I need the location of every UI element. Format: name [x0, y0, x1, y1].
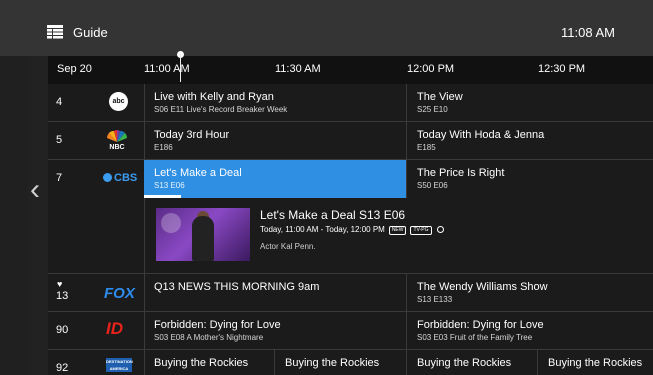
program-title: The Wendy Williams Show [417, 281, 548, 293]
program-cell[interactable]: Live with Kelly and Ryan S06 E11 Live's … [144, 84, 407, 121]
program-detail-panel[interactable]: Let's Make a Deal S13 E06 Today, 11:00 A… [144, 198, 653, 273]
host-figure [192, 216, 214, 261]
rating-badge: TV-PG [410, 226, 432, 235]
left-panel-edge [0, 56, 28, 375]
channel-number: 90 [56, 324, 69, 336]
program-cell[interactable]: Buying the Rockies [144, 350, 275, 375]
program-subtitle: S13 E133 [417, 295, 453, 304]
program-title: Buying the Rockies [285, 357, 380, 369]
time-slot-label: 11:30 AM [275, 63, 321, 75]
program-title: The Price Is Right [417, 167, 505, 179]
program-subtitle: E185 [417, 143, 436, 152]
channel-row: 4 abc Live with Kelly and Ryan S06 E11 L… [48, 84, 653, 122]
time-slot-label: 12:00 PM [407, 63, 455, 75]
guide-grid-icon [47, 25, 63, 39]
channel-row: ♥ 13 FOX Q13 NEWS THIS MORNING 9am The W… [48, 274, 653, 312]
chevron-left-icon[interactable]: ‹ [30, 175, 40, 205]
program-title: Forbidden: Dying for Love [154, 319, 281, 331]
channel-row-selected: 7 CBS Let's Make a Deal S13 E06 The Pric… [48, 160, 653, 328]
channel-number: 7 [56, 172, 63, 184]
top-bar: Guide 11:08 AM [0, 0, 653, 56]
cbs-logo-text: CBS [114, 172, 138, 184]
page-title: Guide [73, 25, 108, 40]
clock: 11:08 AM [561, 25, 615, 40]
timeline-bar: Sep 20 11:00 AM 11:30 AM 12:00 PM 12:30 … [48, 51, 653, 84]
program-title: The View [417, 91, 463, 103]
channel-row: 5 NBC Today 3rd Hour E186 Today With Hod… [48, 122, 653, 160]
abc-logo: abc [109, 92, 128, 111]
id-logo: ID [106, 319, 123, 338]
program-cell[interactable]: The View S25 E10 [407, 84, 653, 121]
program-subtitle: S25 E10 [417, 105, 448, 114]
program-cell[interactable]: Buying the Rockies [407, 350, 538, 375]
program-cell[interactable]: Forbidden: Dying for Love S03 E03 Fruit … [407, 312, 653, 349]
detail-title: Let's Make a Deal S13 E06 [260, 208, 406, 222]
program-subtitle: S13 E06 [154, 181, 185, 190]
program-title: Let's Make a Deal [154, 167, 242, 179]
program-title: Live with Kelly and Ryan [154, 91, 274, 103]
stage-light [161, 213, 181, 233]
channel-number: 13 [56, 290, 69, 302]
cbs-eye-icon [103, 173, 112, 182]
guide-screen: Guide 11:08 AM ‹ Sep 20 11:00 AM 11:30 A… [0, 0, 653, 375]
program-title: Q13 NEWS THIS MORNING 9am [154, 281, 320, 293]
nbc-logo-text: NBC [109, 144, 125, 151]
fox-logo: FOX [104, 285, 135, 302]
peacock-icon [107, 130, 127, 142]
program-detail-row: Let's Make a Deal S13 E06 Today, 11:00 A… [48, 198, 653, 274]
program-thumbnail [156, 208, 250, 261]
favorite-heart-icon: ♥ [57, 279, 63, 289]
program-cell[interactable]: Buying the Rockies [275, 350, 407, 375]
channel-cell[interactable]: 90 ID [48, 312, 145, 349]
cbs-logo: CBS [103, 172, 137, 184]
program-title: Today 3rd Hour [154, 129, 230, 141]
now-marker-line [180, 53, 181, 82]
detail-airtime: Today, 11:00 AM - Today, 12:00 PM NEW TV-P… [260, 225, 444, 235]
detail-cast: Actor Kal Penn. [260, 242, 316, 251]
program-cell[interactable]: Buying the Rockies [538, 350, 653, 375]
time-slot-label: 11:00 AM [144, 63, 190, 75]
program-cell[interactable]: Today 3rd Hour E186 [144, 122, 407, 159]
channel-cell[interactable]: ♥ 13 FOX [48, 274, 145, 311]
nbc-logo: NBC [106, 130, 128, 154]
program-subtitle: S03 E08 A Mother's Nightmare [154, 333, 264, 342]
channel-number: 5 [56, 134, 63, 146]
program-subtitle: S03 E03 Fruit of the Family Tree [417, 333, 533, 342]
program-title: Forbidden: Dying for Love [417, 319, 544, 331]
program-cell[interactable]: Today With Hoda & Jenna E185 [407, 122, 653, 159]
captions-icon [436, 226, 444, 233]
program-subtitle: S50 E06 [417, 181, 448, 190]
channel-cell[interactable]: 4 abc [48, 84, 145, 121]
destination-america-logo: DESTINATION AMERICA [106, 358, 133, 372]
channel-row: 90 ID Forbidden: Dying for Love S03 E08 … [48, 312, 653, 350]
channel-cell[interactable]: 5 NBC [48, 122, 145, 159]
program-title: Buying the Rockies [548, 357, 643, 369]
channel-number: 4 [56, 96, 63, 108]
detail-airtime-text: Today, 11:00 AM - Today, 12:00 PM [260, 225, 385, 234]
program-subtitle: S06 E11 Live's Record Breaker Week [154, 105, 288, 114]
program-grid: Sep 20 11:00 AM 11:30 AM 12:00 PM 12:30 … [48, 51, 653, 375]
program-cell[interactable]: The Price Is Right S50 E06 [407, 160, 653, 198]
channel-number: 92 [56, 362, 69, 374]
program-cell-focused[interactable]: Let's Make a Deal S13 E06 [144, 160, 407, 198]
program-cell[interactable]: Forbidden: Dying for Love S03 E08 A Moth… [144, 312, 407, 349]
channel-cell-spacer [48, 198, 145, 273]
timeline-date: Sep 20 [57, 63, 92, 75]
program-title: Buying the Rockies [417, 357, 512, 369]
new-badge: NEW [388, 226, 407, 235]
program-title: Today With Hoda & Jenna [417, 129, 545, 141]
program-subtitle: E186 [154, 143, 173, 152]
time-slot-label: 12:30 PM [538, 63, 586, 75]
program-cell[interactable]: Q13 NEWS THIS MORNING 9am [144, 274, 407, 311]
program-title: Buying the Rockies [154, 357, 249, 369]
channel-row: 92 DESTINATION AMERICA Buying the Rockie… [48, 350, 653, 375]
channel-cell[interactable]: 92 DESTINATION AMERICA [48, 350, 145, 375]
program-cell[interactable]: The Wendy Williams Show S13 E133 [407, 274, 653, 311]
